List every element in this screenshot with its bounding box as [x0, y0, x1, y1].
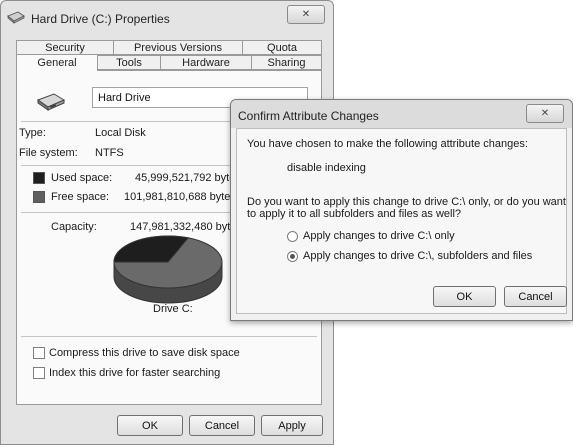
free-space-label: Free space:	[51, 191, 110, 203]
close-button[interactable]: ✕	[287, 5, 325, 24]
drive-only-radio[interactable]	[287, 231, 298, 242]
all-subfolders-radio[interactable]	[287, 251, 298, 262]
dialog-intro: You have chosen to make the following at…	[247, 138, 528, 150]
window-title: Hard Drive (C:) Properties	[31, 12, 170, 26]
ok-button[interactable]: OK	[117, 415, 183, 436]
type-value: Local Disk	[95, 127, 146, 139]
dialog-question: Do you want to apply this change to driv…	[247, 196, 566, 220]
file-system-label: File system:	[19, 147, 78, 159]
free-space-value: 101,981,810,688 bytes	[124, 191, 236, 203]
tab-quota[interactable]: Quota	[242, 40, 322, 55]
title-bar[interactable]: Hard Drive (C:) Properties ✕	[1, 1, 333, 31]
used-space-swatch	[33, 172, 45, 184]
close-icon: ✕	[540, 108, 550, 119]
dialog-title: Confirm Attribute Changes	[238, 109, 379, 123]
tab-hardware[interactable]: Hardware	[160, 55, 252, 70]
used-space-value: 45,999,521,792 bytes	[135, 172, 241, 184]
dialog-change: disable indexing	[287, 162, 366, 174]
all-subfolders-label: Apply changes to drive C:\, subfolders a…	[303, 250, 533, 262]
index-label: Index this drive for faster searching	[49, 367, 221, 379]
drive-caption: Drive C:	[153, 303, 193, 315]
capacity-value: 147,981,332,480 bytes	[130, 221, 242, 233]
hard-drive-icon	[6, 10, 26, 24]
divider	[21, 336, 317, 337]
drive-icon	[36, 91, 66, 113]
type-label: Type:	[19, 127, 46, 139]
close-icon: ✕	[301, 9, 311, 20]
compress-checkbox[interactable]	[33, 347, 45, 359]
dialog-close-button[interactable]: ✕	[526, 104, 564, 123]
tab-previous-versions[interactable]: Previous Versions	[113, 40, 243, 55]
confirm-attribute-changes-dialog: Confirm Attribute Changes ✕ You have cho…	[230, 99, 573, 321]
used-space-label: Used space:	[51, 172, 113, 184]
cancel-button[interactable]: Cancel	[189, 415, 255, 436]
dialog-cancel-button[interactable]: Cancel	[504, 286, 567, 307]
drive-only-label: Apply changes to drive C:\ only	[303, 230, 455, 242]
dialog-body: You have chosen to make the following at…	[236, 128, 567, 314]
tab-sharing[interactable]: Sharing	[251, 55, 322, 70]
capacity-label: Capacity:	[51, 221, 97, 233]
compress-label: Compress this drive to save disk space	[49, 347, 240, 359]
apply-button[interactable]: Apply	[261, 415, 323, 436]
tab-general[interactable]: General	[16, 54, 98, 71]
free-space-swatch	[33, 191, 45, 203]
dialog-title-bar[interactable]: Confirm Attribute Changes ✕	[231, 100, 572, 128]
index-checkbox[interactable]	[33, 367, 45, 379]
tab-security[interactable]: Security	[16, 40, 114, 55]
dialog-ok-button[interactable]: OK	[433, 286, 496, 307]
tab-tools[interactable]: Tools	[97, 55, 161, 70]
file-system-value: NTFS	[95, 147, 124, 159]
disk-usage-pie-chart	[113, 235, 223, 304]
